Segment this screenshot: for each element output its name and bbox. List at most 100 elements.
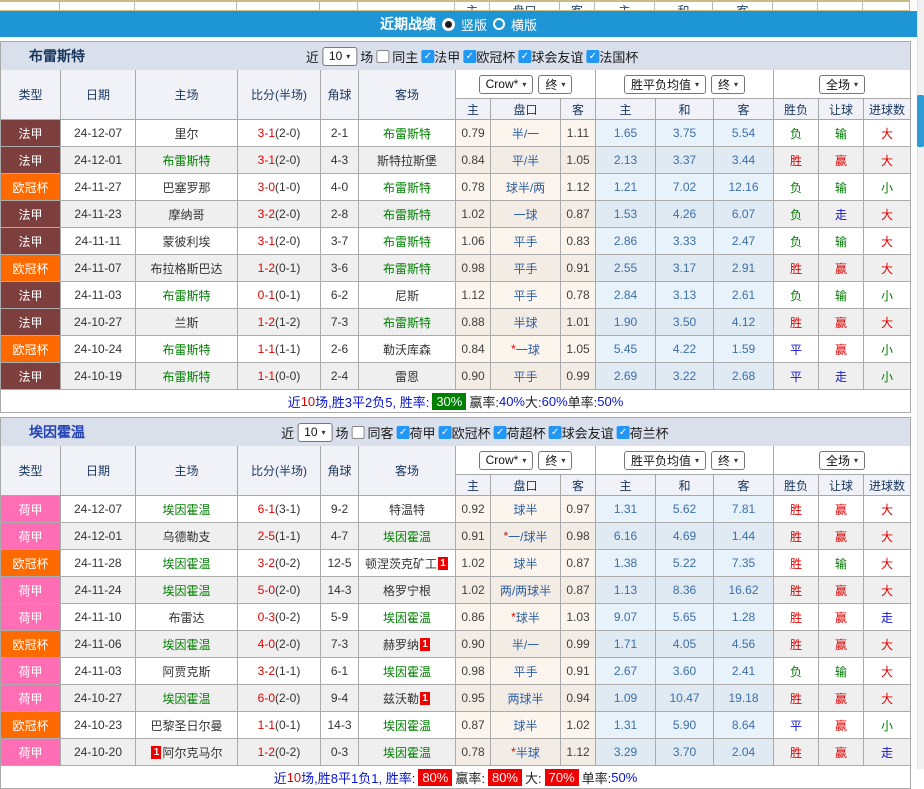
summary-part: 赢率: [469,394,499,410]
home-odds: 0.91 [456,523,491,550]
avg-select[interactable]: 胜平负均值 ▾ [623,74,706,94]
match-row: 荷甲 24-12-07 埃因霍温 6-1 (3-1) 9-2 特温特 0.92 球半 0.97 1.… [1,496,911,523]
result-handicap: 赢 [819,309,864,336]
away-odds: 1.12 [561,739,596,766]
match-date: 24-11-03 [61,282,136,309]
avg-odds: 5.22 [656,550,714,577]
fulltime-score: 6-0 [257,691,275,705]
handicap: 平手 [491,363,561,390]
away-team: 布雷斯特 [359,201,456,228]
final-select[interactable]: 终 ▾ [711,74,746,94]
header-group-row: Crow* ▾ 终 ▾ 胜平负均值 ▾ 终 ▾ 全场 ▾ [456,70,911,99]
handicap: 球半 [491,550,561,577]
final-select[interactable]: 终 ▾ [711,450,746,470]
score: 3-1 (2-0) [238,120,321,147]
away-team-name: 布雷斯特 [382,315,431,330]
league-badge: 法甲 [1,147,61,174]
same-venue-checkbox[interactable] [351,425,365,439]
home-team-name: 埃因霍温 [162,691,211,706]
league-filter: ✓ 球会友谊 [518,47,583,66]
handicap: 平手 [491,282,561,309]
handicap: * 球半 [491,604,561,631]
avg-odds: 2.67 [596,658,656,685]
league-checkbox[interactable]: ✓ [518,49,532,63]
avg-odds: 2.04 [714,739,774,766]
away-team: 尼斯 [359,282,456,309]
avg-odds: 4.12 [714,309,774,336]
scrollbar-thumb[interactable] [917,95,924,147]
avg-odds: 1.90 [596,309,656,336]
vertical-scrollbar[interactable] [917,0,924,769]
clipped-previous-table-row: 主 盘口 客 主 和 客 [0,0,910,11]
match-date: 24-12-01 [61,147,136,174]
sliver-cell [0,2,60,10]
away-odds: 1.03 [561,604,596,631]
summary-part: 30% [432,392,467,410]
corners: 9-2 [321,496,359,523]
result-goals: 小 [864,712,911,739]
chevron-down-icon: ▾ [854,455,859,465]
avg-odds: 2.68 [714,363,774,390]
avg-odds: 7.02 [656,174,714,201]
handicap: 半球 [491,309,561,336]
avg-odds: 1.59 [714,336,774,363]
avg-odds: 3.44 [714,147,774,174]
fulltime-select[interactable]: 全场 ▾ [818,450,866,470]
result-goals: 小 [864,336,911,363]
home-team: 巴黎圣日尔曼 [136,712,238,739]
league-filter-label: 球会友谊 [561,425,614,441]
result-goals: 小 [864,174,911,201]
header-right: Crow* ▾ 终 ▾ 胜平负均值 ▾ 终 ▾ 全场 ▾ 主盘口客主和客胜负 让球 进球数 [456,446,911,496]
crow-select[interactable]: Crow* ▾ [478,450,534,470]
table-header: 类型 日期 主场 比分(半场) 角球 客场 Crow* ▾ 终 ▾ 胜平负均值 ▾ 终 ▾ 全场 ▾ 主盘口客主… [1,446,911,496]
result-handicap: 赢 [819,739,864,766]
corners: 3-6 [321,255,359,282]
vertical-layout-radio[interactable] [441,17,455,31]
fulltime-score: 3-0 [257,180,275,194]
league-checkbox[interactable]: ✓ [463,49,477,63]
same-venue-checkbox[interactable] [376,49,390,63]
vertical-layout-label[interactable]: 竖版 [461,15,487,34]
fulltime-select[interactable]: 全场 ▾ [818,74,866,94]
home-odds: 0.90 [456,363,491,390]
league-checkbox[interactable]: ✓ [616,425,630,439]
home-odds: 0.79 [456,120,491,147]
match-date: 24-10-27 [61,685,136,712]
score: 1-2 (1-2) [238,309,321,336]
league-badge: 欧冠杯 [1,712,61,739]
league-checkbox[interactable]: ✓ [493,425,507,439]
horizontal-layout-label[interactable]: 横版 [511,15,537,34]
league-checkbox[interactable]: ✓ [396,425,410,439]
league-filter-label: 法甲 [434,49,461,65]
league-checkbox[interactable]: ✓ [548,425,562,439]
summary-part: 大: [525,770,542,786]
match-count-select[interactable]: 10 ▾ [321,46,358,66]
away-team-name: 埃因霍温 [382,610,431,625]
away-odds: 1.05 [561,336,596,363]
final-select[interactable]: 终 ▾ [538,450,573,470]
handicap: 球半/两 [491,174,561,201]
match-row: 法甲 24-12-07 里尔 3-1 (2-0) 2-1 布雷斯特 0.79 半/一 1.11 1.… [1,120,911,147]
halftime-score: (2-0) [275,583,301,597]
result-goals: 大 [864,523,911,550]
halftime-score: (0-0) [275,369,301,383]
league-filter-label: 荷甲 [409,425,436,441]
score: 6-0 (2-0) [238,685,321,712]
crow-select[interactable]: Crow* ▾ [478,74,534,94]
match-row: 荷甲 24-11-03 阿贾克斯 3-2 (1-1) 6-1 埃因霍温 0.98 平手 0.91 2… [1,658,911,685]
corners: 12-5 [321,550,359,577]
league-checkbox[interactable]: ✓ [421,49,435,63]
sub-header-row: 主盘口客主和客胜负 让球 进球数 [456,475,911,496]
sliver-cell [237,2,320,10]
league-checkbox[interactable]: ✓ [586,49,600,63]
avg-select[interactable]: 胜平负均值 ▾ [623,450,706,470]
home-odds: 0.87 [456,712,491,739]
avg-odds: 3.17 [656,255,714,282]
match-count-select[interactable]: 10 ▾ [297,422,333,442]
column-header: 日期 [61,70,136,120]
final-select[interactable]: 终 ▾ [538,74,573,94]
summary-part: 场,胜3平2负5, 胜率: [315,394,430,410]
horizontal-layout-radio[interactable] [493,18,505,30]
home-team: 布雷斯特 [136,336,238,363]
league-checkbox[interactable]: ✓ [438,425,452,439]
